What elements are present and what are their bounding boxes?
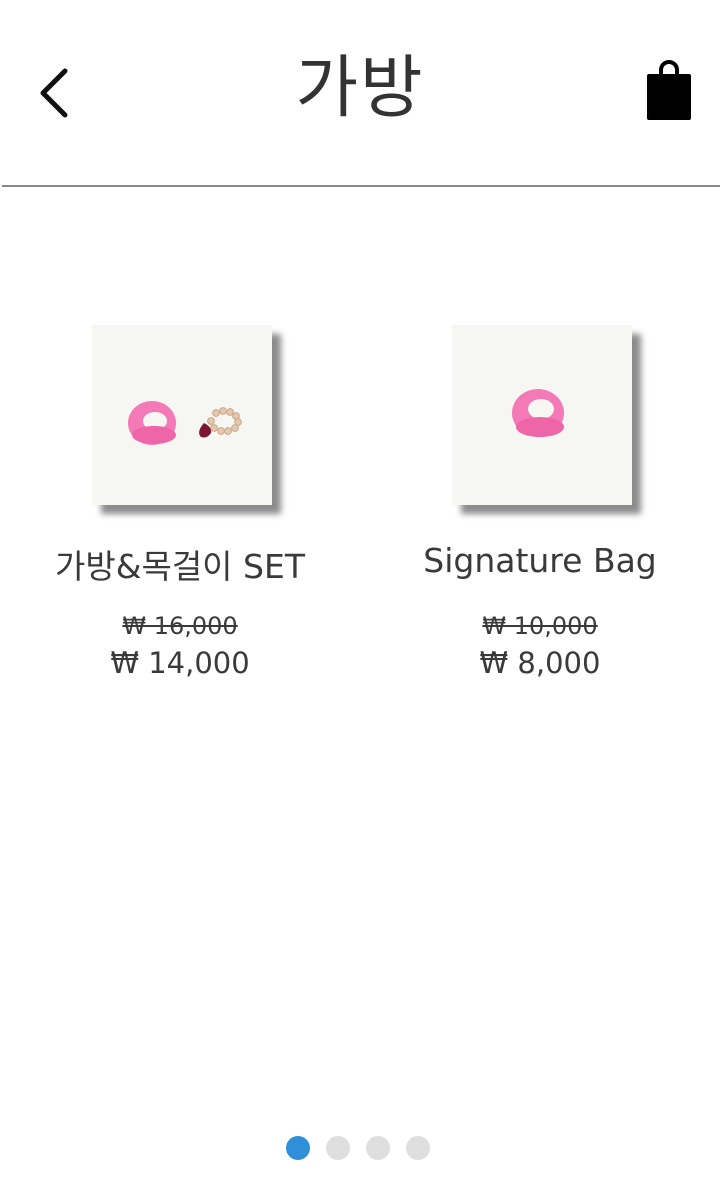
shopping-bag-icon <box>647 60 691 120</box>
original-price: ₩ 16,000 <box>122 612 238 640</box>
product-card[interactable]: Signature Bag ₩ 10,000 ₩ 8,000 <box>400 325 680 681</box>
page-dot-4[interactable] <box>406 1136 430 1160</box>
sale-price: ₩ 8,000 <box>479 646 601 680</box>
product-image[interactable] <box>92 325 272 505</box>
original-price: ₩ 10,000 <box>482 612 598 640</box>
cart-button[interactable] <box>640 58 698 124</box>
bag-necklace-illustration <box>128 401 242 445</box>
product-image[interactable] <box>452 325 632 505</box>
page-indicator <box>286 1136 430 1160</box>
header-divider <box>2 185 720 187</box>
bag-illustration <box>512 389 564 437</box>
header: 가방 <box>0 0 720 187</box>
page-dot-3[interactable] <box>366 1136 390 1160</box>
page-title: 가방 <box>295 49 425 128</box>
sale-price: ₩ 14,000 <box>110 646 250 680</box>
product-name: Signature Bag <box>423 541 657 580</box>
page-dot-2[interactable] <box>326 1136 350 1160</box>
product-card[interactable]: 가방&목걸이 SET ₩ 16,000 ₩ 14,000 <box>40 325 320 681</box>
product-name: 가방&목걸이 SET <box>55 547 305 586</box>
page-dot-1[interactable] <box>286 1136 310 1160</box>
